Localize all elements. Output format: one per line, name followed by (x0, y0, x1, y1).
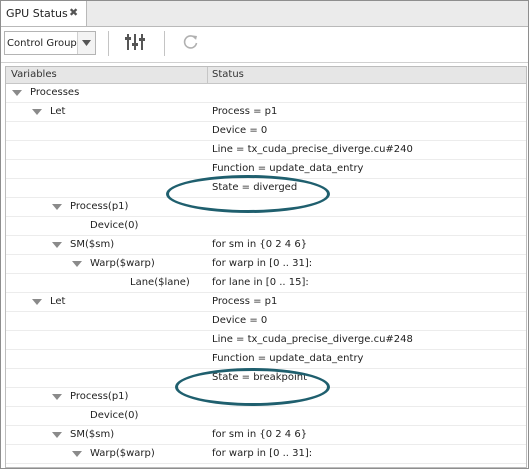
table-row[interactable]: Warp($warp) for warp in [0 .. 31]: (6, 445, 526, 464)
expand-toggle-icon[interactable] (32, 299, 42, 305)
variable-label: Let (50, 106, 66, 117)
chevron-down-icon[interactable] (77, 32, 95, 54)
table-row[interactable]: Line = tx_cuda_precise_diverge.cu#240 (6, 141, 526, 160)
column-resize-handle[interactable] (207, 67, 208, 83)
variables-cell (6, 331, 206, 349)
gpu-status-table: Variables Status Processes Let Process = p… (5, 66, 527, 468)
expand-toggle-icon[interactable] (12, 90, 22, 96)
status-cell: State = diverged (212, 182, 298, 193)
variable-label: SM($sm) (70, 239, 115, 250)
expand-toggle-icon[interactable] (72, 261, 82, 267)
control-group-select[interactable]: Control Group (4, 31, 96, 55)
variables-cell: Let (6, 103, 206, 121)
variable-label: Let (50, 296, 66, 307)
table-row[interactable]: SM($sm) for sm in {0 2 4 6} (6, 426, 526, 445)
variables-cell: SM($sm) (6, 236, 206, 254)
status-cell: Device = 0 (212, 125, 268, 136)
variables-cell (6, 160, 206, 178)
refresh-icon[interactable] (181, 32, 205, 54)
expand-toggle-icon[interactable] (52, 394, 62, 400)
tab-strip: GPU Status ✖ (1, 1, 528, 27)
status-cell: Process = p1 (212, 106, 278, 117)
table-body: Processes Let Process = p1 Device = 0 Line =… (6, 84, 526, 464)
status-cell: for lane in [0 .. 15]: (212, 277, 309, 288)
status-cell: Function = update_data_entry (212, 353, 364, 364)
table-row[interactable]: Function = update_data_entry (6, 350, 526, 369)
status-cell: for warp in [0 .. 31]: (212, 448, 313, 459)
variables-cell: Warp($warp) (6, 445, 206, 463)
status-cell: Function = update_data_entry (212, 163, 364, 174)
toolbar-separator (164, 31, 165, 56)
expand-toggle-icon[interactable] (52, 204, 62, 210)
gpu-status-panel: GPU Status ✖ Control Group Variables Sta… (0, 0, 529, 469)
expand-toggle-icon[interactable] (72, 451, 82, 457)
variables-cell: Warp($warp) (6, 255, 206, 273)
status-cell: Line = tx_cuda_precise_diverge.cu#240 (212, 144, 413, 155)
tab-gpu-status[interactable]: GPU Status ✖ (1, 1, 87, 26)
status-cell: for sm in {0 2 4 6} (212, 429, 308, 440)
toolbar-separator (108, 31, 109, 56)
variables-cell: Process(p1) (6, 198, 206, 216)
status-cell: for warp in [0 .. 31]: (212, 258, 313, 269)
variable-label: Warp($warp) (90, 258, 155, 269)
variables-cell (6, 141, 206, 159)
status-cell: Device = 0 (212, 315, 268, 326)
variables-cell: Lane($lane) (6, 274, 206, 292)
variables-cell: Processes (6, 84, 206, 102)
toolbar: Control Group (1, 27, 528, 63)
tab-title: GPU Status (6, 7, 68, 20)
variables-cell (6, 369, 206, 387)
expand-toggle-icon[interactable] (32, 109, 42, 115)
table-row[interactable]: Processes (6, 84, 526, 103)
table-row[interactable]: Warp($warp) for warp in [0 .. 31]: (6, 255, 526, 274)
column-header-status[interactable]: Status (212, 67, 244, 83)
table-row[interactable]: State = breakpoint (6, 369, 526, 388)
table-header: Variables Status (6, 67, 526, 84)
close-icon[interactable]: ✖ (69, 6, 78, 19)
status-cell: State = breakpoint (212, 372, 308, 383)
variables-cell: Process(p1) (6, 388, 206, 406)
status-cell: Process = p1 (212, 296, 278, 307)
expand-toggle-icon[interactable] (52, 432, 62, 438)
variables-cell: Device(0) (6, 217, 206, 235)
table-row[interactable]: SM($sm) for sm in {0 2 4 6} (6, 236, 526, 255)
variables-cell: Let (6, 293, 206, 311)
status-cell: for sm in {0 2 4 6} (212, 239, 308, 250)
variable-label: Process(p1) (70, 391, 129, 402)
variables-cell: SM($sm) (6, 426, 206, 444)
table-row[interactable]: Process(p1) (6, 388, 526, 407)
table-row[interactable]: Line = tx_cuda_precise_diverge.cu#248 (6, 331, 526, 350)
table-row[interactable]: Device = 0 (6, 312, 526, 331)
variables-cell (6, 179, 206, 197)
variable-label: Device(0) (90, 220, 139, 231)
table-row[interactable]: Let Process = p1 (6, 293, 526, 312)
column-header-variables[interactable]: Variables (11, 67, 57, 83)
table-row[interactable]: Process(p1) (6, 198, 526, 217)
variable-label: SM($sm) (70, 429, 115, 440)
variable-label: Lane($lane) (130, 277, 190, 288)
variables-cell (6, 350, 206, 368)
table-row[interactable]: State = diverged (6, 179, 526, 198)
table-row[interactable]: Device(0) (6, 217, 526, 236)
variables-cell (6, 122, 206, 140)
variable-label: Process(p1) (70, 201, 129, 212)
control-group-select-value: Control Group (7, 38, 77, 49)
status-cell: Line = tx_cuda_precise_diverge.cu#248 (212, 334, 413, 345)
table-row[interactable]: Lane($lane) for lane in [0 .. 15]: (6, 274, 526, 293)
variables-cell: Device(0) (6, 407, 206, 425)
variables-cell (6, 312, 206, 330)
variable-label: Processes (30, 87, 80, 98)
table-row[interactable]: Device(0) (6, 407, 526, 426)
table-row[interactable]: Let Process = p1 (6, 103, 526, 122)
table-row[interactable]: Function = update_data_entry (6, 160, 526, 179)
variable-label: Device(0) (90, 410, 139, 421)
variable-label: Warp($warp) (90, 448, 155, 459)
table-row[interactable]: Device = 0 (6, 122, 526, 141)
columns-settings-icon[interactable] (124, 32, 148, 54)
expand-toggle-icon[interactable] (52, 242, 62, 248)
